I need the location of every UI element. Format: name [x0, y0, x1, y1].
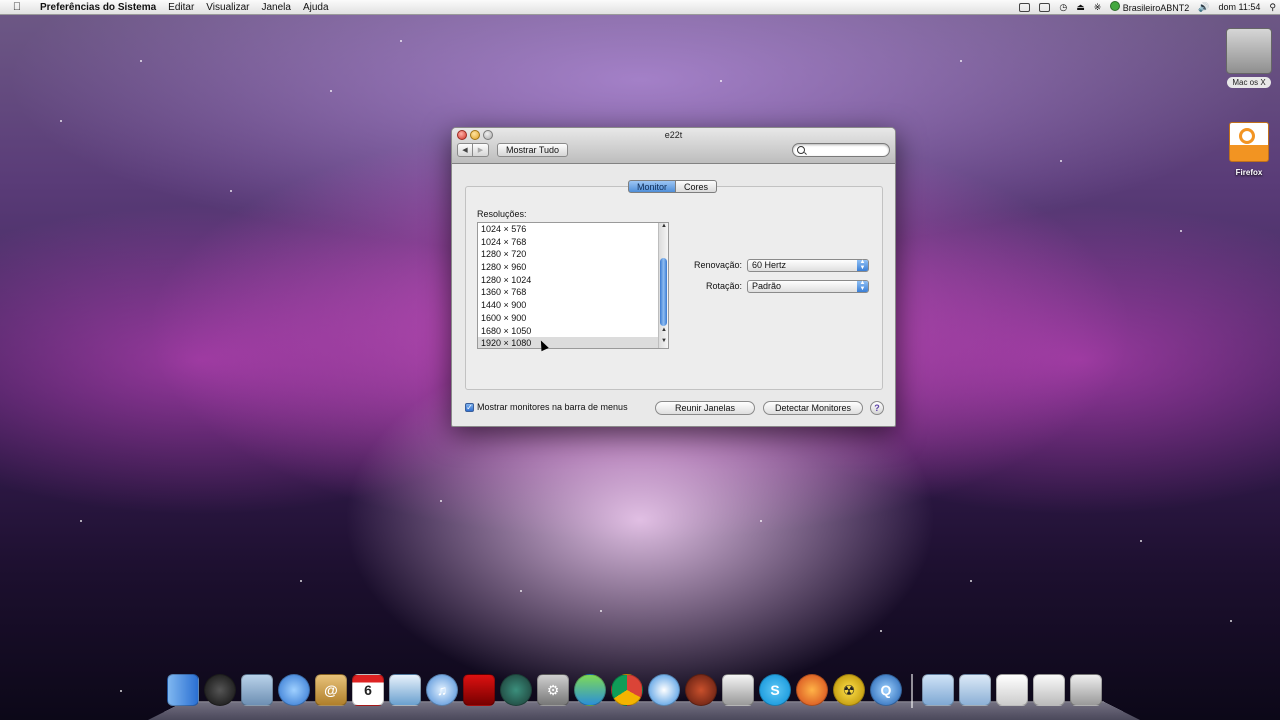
show-displays-checkbox-row[interactable]: ✓ Mostrar monitores na barra de menus	[465, 402, 628, 412]
firefox-download-icon	[1229, 122, 1269, 162]
dashboard-icon[interactable]	[204, 674, 236, 706]
nav-buttons: ◀ ▶	[457, 143, 489, 157]
iphoto-icon[interactable]	[389, 674, 421, 706]
messenger-icon[interactable]	[574, 674, 606, 706]
input-source-icon	[1110, 1, 1121, 11]
list-item[interactable]: 1600 × 900	[478, 312, 668, 325]
desktop-icon-label: Firefox	[1235, 168, 1263, 177]
scroll-down-icon[interactable]: ▼	[660, 338, 668, 344]
search-icon	[797, 146, 805, 154]
spotlight-icon[interactable]: ⚲	[1269, 2, 1276, 13]
rotation-popup[interactable]: Padrão ▲ ▼	[747, 280, 869, 293]
system-preferences-icon[interactable]: ⚙	[537, 674, 569, 706]
list-item[interactable]: 1280 × 720	[478, 248, 668, 261]
back-button[interactable]: ◀	[457, 143, 473, 157]
desktop-icon-label: Mac os X	[1227, 77, 1271, 88]
keyboard-layout[interactable]: BrasileiroABNT2	[1110, 1, 1189, 13]
volume-icon[interactable]: 🔊	[1198, 2, 1209, 13]
photo-booth-icon[interactable]	[463, 674, 495, 706]
dock: @ 6 ♫ ⚙ S ☢ Q	[148, 672, 1140, 720]
menu-editar[interactable]: Editar	[162, 2, 200, 13]
safari-icon[interactable]	[648, 674, 680, 706]
time-machine-menu-icon[interactable]: ◷	[1059, 2, 1067, 13]
list-item[interactable]: 1680 × 1050	[478, 325, 668, 338]
desktop-icon-mac-os-x[interactable]: Mac os X	[1221, 28, 1277, 88]
tab-cores[interactable]: Cores	[676, 180, 718, 193]
display-preferences-window: e22t ◀ ▶ Mostrar Tudo Monitor Cores Reso…	[451, 127, 896, 427]
time-machine-icon[interactable]	[500, 674, 532, 706]
scroll-up-icon[interactable]: ▲	[660, 327, 668, 333]
search-field[interactable]	[792, 143, 890, 157]
refresh-popup[interactable]: 60 Hertz ▲ ▼	[747, 259, 869, 272]
list-item[interactable]: 1280 × 960	[478, 261, 668, 274]
window-title: e22t	[664, 130, 683, 140]
list-item[interactable]: 1440 × 900	[478, 299, 668, 312]
bluetooth-icon[interactable]: ※	[1094, 2, 1102, 13]
forward-button[interactable]: ▶	[473, 143, 489, 157]
mail-icon[interactable]	[241, 674, 273, 706]
finder-icon[interactable]	[167, 674, 199, 706]
list-item[interactable]: 1024 × 768	[478, 236, 668, 249]
tab-bar: Monitor Cores	[628, 180, 718, 193]
menu-visualizar[interactable]: Visualizar	[200, 2, 255, 13]
checkbox-label: Mostrar monitores na barra de menus	[477, 402, 628, 412]
menu-bar:  Preferências do Sistema Editar Visuali…	[0, 0, 1280, 15]
menu-ajuda[interactable]: Ajuda	[297, 2, 335, 13]
detect-displays-button[interactable]: Detectar Monitores	[763, 401, 863, 415]
rotation-label: Rotação:	[705, 281, 742, 291]
list-item[interactable]: 1360 × 768	[478, 286, 668, 299]
file-stack-icon[interactable]	[1033, 674, 1065, 706]
trash-icon[interactable]	[1070, 674, 1102, 706]
title-bar[interactable]: e22t ◀ ▶ Mostrar Tudo	[452, 128, 895, 164]
rotation-value: Padrão	[752, 281, 782, 291]
menu-app-name[interactable]: Preferências do Sistema	[34, 2, 162, 13]
address-book-icon[interactable]: @	[315, 674, 347, 706]
checkbox-checked-icon[interactable]: ✓	[465, 402, 474, 412]
desktop-icon-firefox[interactable]: Firefox	[1221, 122, 1277, 177]
resolutions-list[interactable]: 1024 × 576 1024 × 768 1280 × 720 1280 × …	[477, 222, 669, 349]
firefox-icon[interactable]	[796, 674, 828, 706]
help-button[interactable]: ?	[870, 401, 884, 415]
menubar-clock[interactable]: dom 11:54	[1219, 2, 1261, 12]
game-icon[interactable]	[685, 674, 717, 706]
resolutions-label: Resoluções:	[477, 209, 527, 219]
itunes-icon[interactable]: ♫	[426, 674, 458, 706]
imovie-icon[interactable]	[722, 674, 754, 706]
downloads-stack-icon[interactable]	[996, 674, 1028, 706]
list-item[interactable]: 1024 × 576	[478, 223, 668, 236]
applications-stack-icon[interactable]	[922, 674, 954, 706]
calendar-day: 6	[364, 682, 372, 698]
list-item[interactable]: 1280 × 1024	[478, 274, 668, 287]
list-item-selected[interactable]: 1920 × 1080	[478, 337, 668, 348]
show-all-button[interactable]: Mostrar Tudo	[497, 143, 569, 157]
dock-separator	[911, 674, 913, 708]
display-icon[interactable]	[1039, 2, 1051, 12]
eject-icon[interactable]: ⏏	[1076, 2, 1085, 13]
menubar-extras: ◷ ⏏ ※ BrasileiroABNT2 🔊 dom 11:54 ⚲	[1019, 0, 1276, 14]
window-content: Monitor Cores Resoluções: 1024 × 576 102…	[452, 164, 895, 426]
scroll-up-top-icon[interactable]: ▲	[660, 223, 668, 229]
documents-stack-icon[interactable]	[959, 674, 991, 706]
skype-icon[interactable]: S	[759, 674, 791, 706]
refresh-value: 60 Hertz	[752, 260, 787, 270]
hard-drive-icon	[1226, 28, 1272, 74]
ical-icon[interactable]: 6	[352, 674, 384, 706]
radiation-icon[interactable]: ☢	[833, 674, 865, 706]
dock-icons: @ 6 ♫ ⚙ S ☢ Q	[167, 674, 1102, 708]
popup-arrows-icon: ▲ ▼	[857, 259, 868, 271]
popup-arrows-icon: ▲ ▼	[857, 280, 868, 292]
gather-windows-button[interactable]: Reunir Janelas	[655, 401, 755, 415]
apple-menu-icon[interactable]: 	[0, 1, 34, 13]
ichat-icon[interactable]	[278, 674, 310, 706]
menu-janela[interactable]: Janela	[255, 2, 296, 13]
refresh-label: Renovação:	[693, 260, 742, 270]
screen-record-icon[interactable]	[1019, 2, 1031, 12]
quicktime-icon[interactable]: Q	[870, 674, 902, 706]
chrome-icon[interactable]	[611, 674, 643, 706]
tab-monitor[interactable]: Monitor	[628, 180, 677, 193]
